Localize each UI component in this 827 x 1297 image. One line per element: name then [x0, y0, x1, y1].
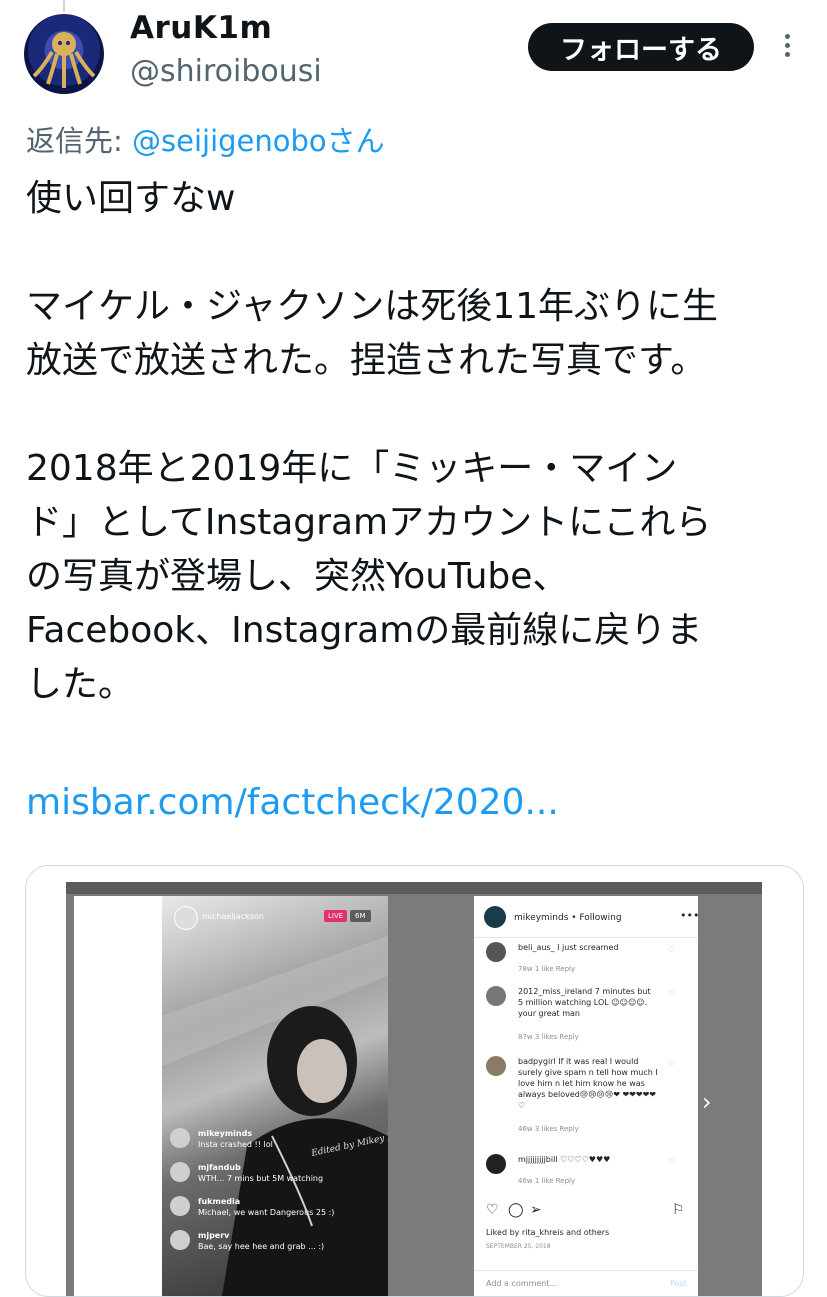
tweet-line: マイケル・ジャクソンは死後11年ぶりに生 [26, 286, 719, 327]
heart-icon: ♡ [668, 1157, 676, 1166]
post-header: mikeyminds • Following ••• [484, 906, 699, 930]
heart-icon: ♡ [668, 1059, 676, 1068]
tweet-link[interactable]: misbar.com/factcheck/2020... [26, 776, 559, 830]
live-photo: Edited by Mikey Minds [162, 896, 388, 1296]
tweet-line: 放送で放送された。捏造された写真です。 [26, 340, 707, 381]
add-comment-placeholder: Add a comment... [486, 1279, 558, 1288]
viewer-count: 6M [350, 910, 371, 922]
chevron-right-icon: › [702, 1088, 712, 1116]
post-username: mikeyminds • Following [514, 913, 622, 923]
more-options-icon[interactable] [776, 30, 798, 66]
live-header: michaeljackson LIVE 6M [174, 904, 384, 930]
like-icon: ♡ [486, 1202, 499, 1218]
reply-context: 返信先: @seijigenoboさん [26, 118, 385, 160]
post-date: SEPTEMBER 25, 2018 [486, 1243, 551, 1250]
tweet-line: ド」としてInstagramアカウントにこれら [26, 502, 712, 543]
live-username: michaeljackson [202, 912, 264, 921]
post-button-label: Post [670, 1279, 687, 1288]
tweet-line: した。 [26, 664, 135, 705]
octopus-avatar-icon [32, 32, 96, 88]
add-comment-bar: Add a comment... Post [474, 1270, 698, 1296]
media-card[interactable]: Edited by Mikey Minds michaeljackson LIV… [25, 865, 804, 1297]
comment-icon: ◯ [508, 1202, 524, 1218]
reply-mention-link[interactable]: @seijigenoboさん [132, 124, 385, 158]
heart-icon: ♡ [668, 989, 676, 998]
media-top-strip [66, 882, 762, 894]
thread-line [63, 0, 65, 12]
avatar[interactable] [24, 14, 104, 94]
post-comment: 2012_miss_ireland 7 minutes but 5 millio… [486, 986, 686, 1042]
share-icon: ➢ [530, 1202, 542, 1218]
post-comment: mjjjjjjjjjbill ♡♡♡♡♥♥♥ 46w 1 like Reply … [486, 1154, 686, 1194]
post-more-icon: ••• [680, 909, 700, 922]
reply-prefix: 返信先: [26, 124, 132, 158]
post-comment: beli_aus_ I just screamed 78w 1 like Rep… [486, 942, 686, 982]
bookmark-icon: ⚐ [672, 1202, 685, 1218]
display-name[interactable]: AruK1m [130, 10, 272, 46]
post-avatar [484, 906, 506, 928]
live-badge: LIVE [324, 910, 348, 922]
live-user-avatar [174, 906, 198, 930]
tweet-text: 使い回すなw マイケル・ジャクソンは死後11年ぶりに生 放送で放送された。捏造さ… [26, 172, 801, 712]
user-handle[interactable]: @shiroibousi [130, 54, 322, 89]
post-divider [474, 937, 698, 938]
post-comment: badpygirl If it was real I would surely … [486, 1056, 686, 1136]
liked-by: Liked by rita_khreis and others [486, 1228, 610, 1237]
follow-button[interactable]: フォローする [528, 23, 754, 71]
tweet-line: の写真が登場し、突然YouTube、 [26, 556, 569, 597]
tweet-line: 2018年と2019年に「ミッキー・マイン [26, 448, 678, 489]
tweet-line: Facebook、Instagramの最前線に戻りま [26, 610, 703, 651]
tweet-line: 使い回すなw [26, 178, 236, 219]
post-actions: ♡ ◯ ➢ ⚐ [486, 1202, 686, 1222]
heart-icon: ♡ [668, 945, 676, 954]
person-silhouette-icon: Edited by Mikey Minds [162, 936, 388, 1296]
